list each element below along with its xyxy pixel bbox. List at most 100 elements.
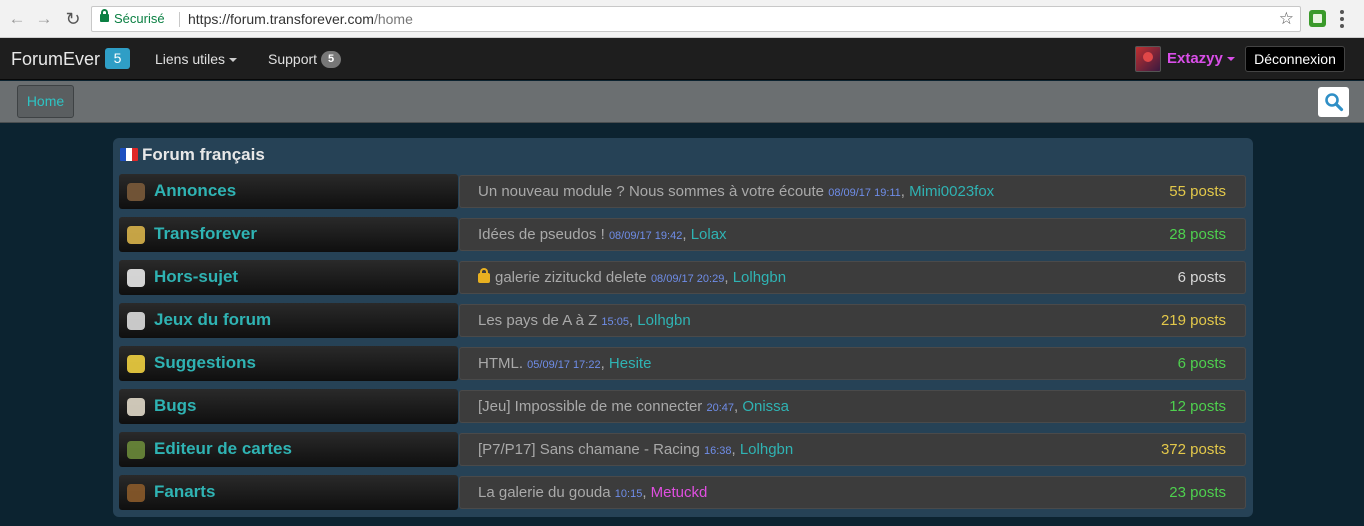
- last-post-date: 08/09/17 19:11: [828, 187, 901, 199]
- home-button[interactable]: Home: [17, 85, 74, 118]
- last-post-date: 05/09/17 17:22: [527, 359, 601, 371]
- avatar[interactable]: [1135, 46, 1161, 72]
- url-text[interactable]: https://forum.transforever.com/home: [188, 11, 413, 27]
- last-post-info: Idées de pseudos ! 08/09/17 19:42, Lolax: [478, 226, 727, 243]
- last-post-cell: HTML. 05/09/17 17:22, Hesite 6 posts: [459, 347, 1246, 380]
- post-count: 372 posts: [1160, 441, 1226, 458]
- site-navbar: ForumEver 5 Liens utiles Support 5 Extaz…: [0, 38, 1364, 80]
- last-post-topic[interactable]: galerie zizituckd delete: [495, 269, 647, 286]
- browser-toolbar: ← → ↻ Sécurisé https://forum.transforeve…: [0, 0, 1364, 38]
- last-post-topic[interactable]: [Jeu] Impossible de me connecter: [478, 398, 702, 415]
- category-cell[interactable]: Editeur de cartes: [119, 432, 458, 467]
- last-post-info: Un nouveau module ? Nous sommes à votre …: [478, 183, 995, 200]
- category-title[interactable]: Suggestions: [154, 353, 256, 373]
- category-title[interactable]: Jeux du forum: [154, 310, 271, 330]
- post-count: 6 posts: [1177, 269, 1226, 286]
- last-post-cell: [P7/P17] Sans chamane - Racing 16:38, Lo…: [459, 433, 1246, 466]
- last-post-date: 08/09/17 19:42: [608, 230, 683, 242]
- brand-badge: 5: [105, 48, 130, 69]
- secure-label: Sécurisé: [114, 11, 165, 26]
- forum-category-row[interactable]: Fanarts La galerie du gouda 10:15, Metuck…: [119, 475, 1247, 510]
- dice-icon: [124, 309, 147, 332]
- last-post-info: [P7/P17] Sans chamane - Racing 16:38, Lo…: [478, 441, 794, 458]
- map-editor-icon: [124, 438, 147, 461]
- back-arrow-icon[interactable]: ←: [6, 8, 28, 30]
- last-post-cell: Un nouveau module ? Nous sommes à votre …: [459, 175, 1246, 208]
- forum-category-row[interactable]: Jeux du forum Les pays de A à Z 15:05, Lo…: [119, 303, 1247, 338]
- last-post-topic[interactable]: HTML.: [478, 355, 523, 372]
- breadcrumb-bar: Home: [0, 81, 1364, 123]
- useful-links-label: Liens utiles: [155, 51, 226, 67]
- caret-down-icon: [1226, 57, 1235, 62]
- last-post-topic[interactable]: [P7/P17] Sans chamane - Racing: [478, 441, 700, 458]
- last-post-topic[interactable]: Idées de pseudos !: [478, 226, 605, 243]
- post-count: 6 posts: [1177, 355, 1226, 372]
- user-dropdown[interactable]: Extazyy: [1167, 50, 1235, 67]
- last-post-date: 20:47: [706, 402, 734, 414]
- skull-icon: [124, 395, 147, 418]
- last-post-info: Les pays de A à Z 15:05, Lolhgbn: [478, 312, 691, 329]
- last-post-author[interactable]: Metuckd: [651, 484, 708, 501]
- megaphone-icon: [124, 180, 147, 203]
- post-count: 12 posts: [1169, 398, 1226, 415]
- category-cell[interactable]: Bugs: [119, 389, 458, 424]
- category-title[interactable]: Fanarts: [154, 482, 215, 502]
- last-post-info: [Jeu] Impossible de me connecter 20:47, …: [478, 398, 790, 415]
- last-post-author[interactable]: Lolax: [691, 226, 727, 243]
- last-post-topic[interactable]: Un nouveau module ? Nous sommes à votre …: [478, 183, 824, 200]
- category-title[interactable]: Hors-sujet: [154, 267, 238, 287]
- last-post-cell: Idées de pseudos ! 08/09/17 19:42, Lolax…: [459, 218, 1246, 251]
- category-cell[interactable]: Transforever: [119, 217, 458, 252]
- category-cell[interactable]: Hors-sujet: [119, 260, 458, 295]
- bookmark-star-icon[interactable]: ☆: [1279, 9, 1294, 29]
- category-cell[interactable]: Annonces: [119, 174, 458, 209]
- cheese-icon: [124, 223, 147, 246]
- reload-icon[interactable]: ↻: [62, 8, 84, 30]
- address-bar[interactable]: Sécurisé https://forum.transforever.com/…: [91, 6, 1301, 32]
- brand-name[interactable]: ForumEver: [11, 49, 100, 70]
- last-post-author[interactable]: Lolhgbn: [637, 312, 690, 329]
- post-count: 219 posts: [1160, 312, 1226, 329]
- category-cell[interactable]: Fanarts: [119, 475, 458, 510]
- url-path: /home: [373, 11, 413, 27]
- last-post-author[interactable]: Lolhgbn: [740, 441, 793, 458]
- useful-links-dropdown[interactable]: Liens utiles: [155, 51, 238, 67]
- last-post-author[interactable]: Lolhgbn: [733, 269, 786, 286]
- url-host: https://forum.transforever.com: [188, 11, 374, 27]
- forum-category-row[interactable]: Bugs [Jeu] Impossible de me connecter 20:…: [119, 389, 1247, 424]
- forum-category-row[interactable]: Editeur de cartes [P7/P17] Sans chamane -…: [119, 432, 1247, 467]
- last-post-author[interactable]: Mimi0023fox: [909, 183, 994, 200]
- category-title[interactable]: Editeur de cartes: [154, 439, 292, 459]
- caret-down-icon: [229, 58, 238, 63]
- category-title[interactable]: Annonces: [154, 181, 236, 201]
- category-cell[interactable]: Jeux du forum: [119, 303, 458, 338]
- search-button[interactable]: [1318, 87, 1349, 117]
- forum-panel: Forum français Annonces Un nouveau module…: [113, 138, 1253, 517]
- category-cell[interactable]: Suggestions: [119, 346, 458, 381]
- post-count: 23 posts: [1169, 484, 1226, 501]
- last-post-topic[interactable]: Les pays de A à Z: [478, 312, 597, 329]
- french-flag-icon: [120, 148, 138, 161]
- post-count: 55 posts: [1169, 183, 1226, 200]
- last-post-topic[interactable]: La galerie du gouda: [478, 484, 611, 501]
- speech-bubble-icon: [124, 266, 147, 289]
- last-post-author[interactable]: Onissa: [742, 398, 789, 415]
- post-count: 28 posts: [1169, 226, 1226, 243]
- support-link[interactable]: Support: [268, 51, 317, 67]
- section-title-text: Forum français: [142, 145, 265, 164]
- forum-category-row[interactable]: Transforever Idées de pseudos ! 08/09/17 …: [119, 217, 1247, 252]
- forward-arrow-icon[interactable]: →: [33, 8, 55, 30]
- last-post-author[interactable]: Hesite: [609, 355, 652, 372]
- forum-category-row[interactable]: Suggestions HTML. 05/09/17 17:22, Hesite 6…: [119, 346, 1247, 381]
- last-post-info: HTML. 05/09/17 17:22, Hesite: [478, 355, 652, 372]
- extension-icon[interactable]: [1309, 10, 1326, 27]
- support-badge: 5: [321, 51, 341, 68]
- category-title[interactable]: Bugs: [154, 396, 197, 416]
- category-title[interactable]: Transforever: [154, 224, 257, 244]
- browser-menu-icon[interactable]: [1340, 10, 1344, 28]
- forum-category-row[interactable]: Annonces Un nouveau module ? Nous sommes …: [119, 174, 1247, 209]
- forum-category-row[interactable]: Hors-sujet galerie zizituckd delete 08/09…: [119, 260, 1247, 295]
- logout-button[interactable]: Déconnexion: [1245, 46, 1345, 72]
- last-post-info: galerie zizituckd delete 08/09/17 20:29,…: [478, 268, 786, 286]
- username-label: Extazyy: [1167, 50, 1223, 67]
